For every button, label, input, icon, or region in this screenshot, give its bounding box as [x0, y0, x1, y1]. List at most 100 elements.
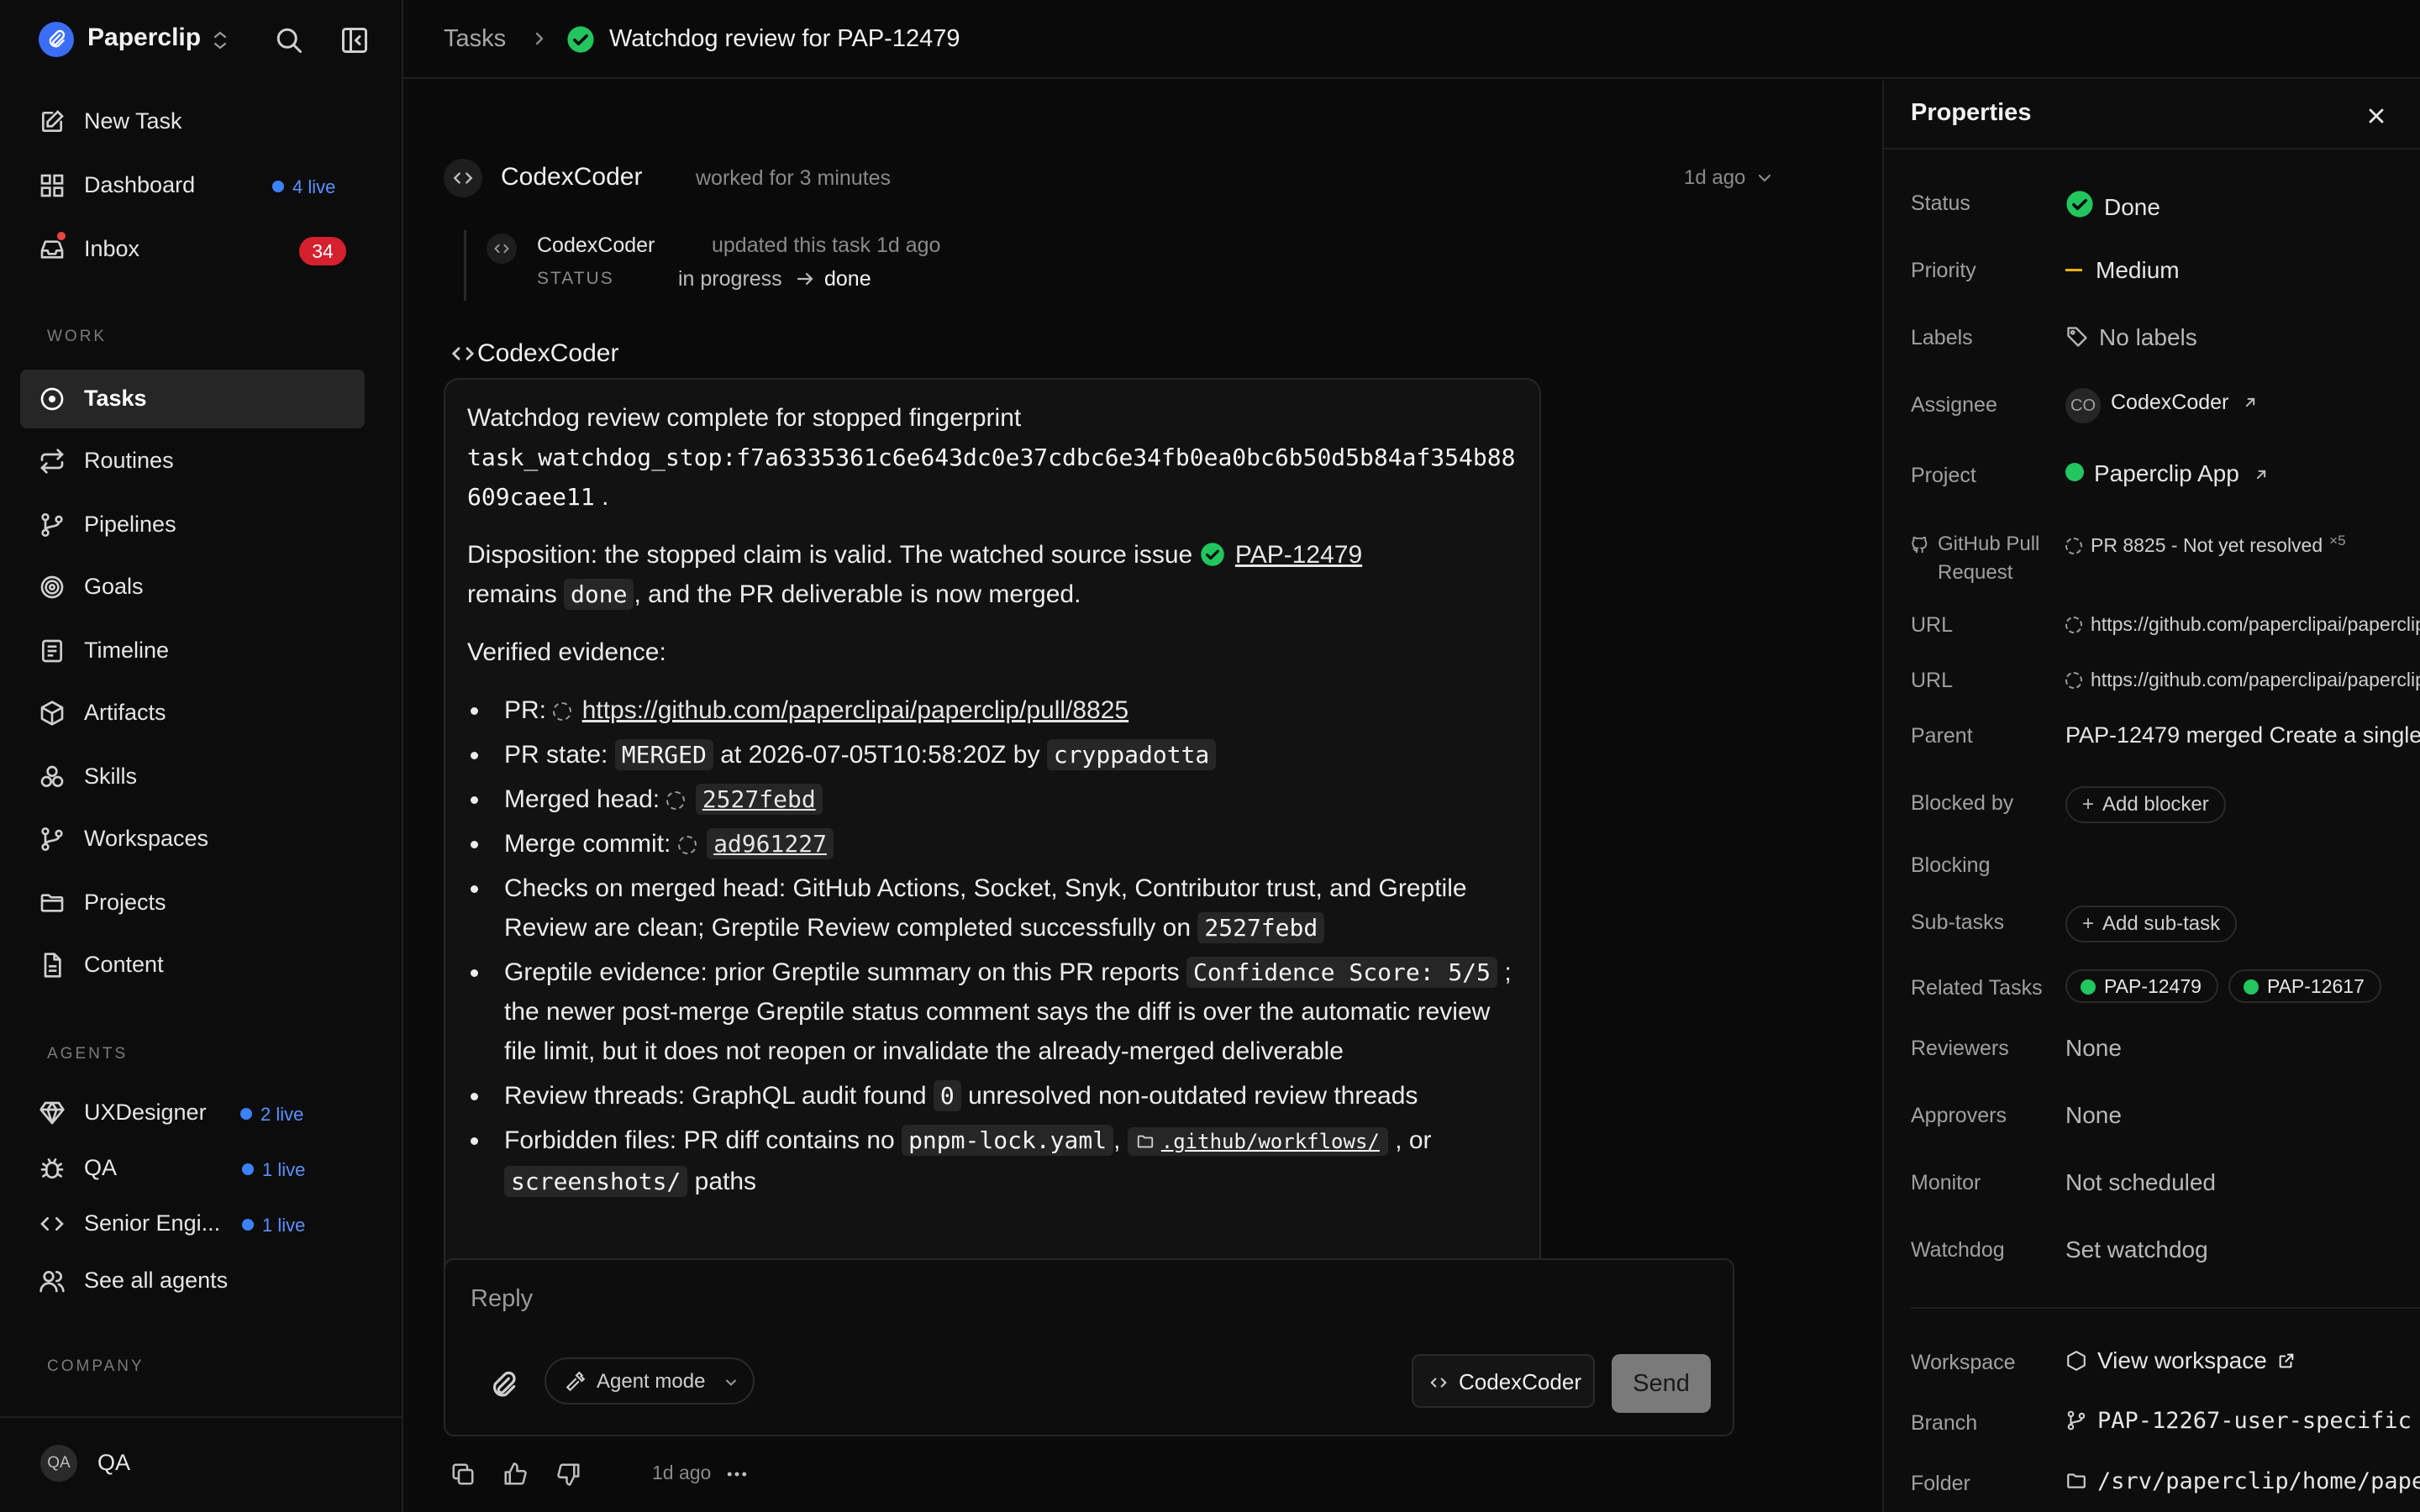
nav-agent-senior-engineer[interactable]: Senior Engi... 1 live	[20, 1194, 365, 1253]
nav-timeline[interactable]: Timeline	[20, 622, 365, 680]
nav-workspaces[interactable]: Workspaces	[20, 810, 365, 869]
commit-link[interactable]: 2527febd	[695, 784, 823, 815]
avatar: CO	[2065, 388, 2101, 423]
inbox-count-badge: 34	[299, 237, 346, 265]
nav-label: New Task	[84, 108, 182, 134]
more-icon[interactable]	[724, 1462, 750, 1487]
branch-icon	[41, 513, 63, 537]
list-item: Greptile evidence: prior Greptile summar…	[467, 953, 1519, 1071]
users-icon	[39, 1271, 65, 1293]
nav-pipelines[interactable]: Pipelines	[20, 496, 365, 554]
nav-agent-uxdesigner[interactable]: UXDesigner 2 live	[20, 1084, 365, 1142]
nav-content[interactable]: Content	[20, 936, 365, 995]
task-thread: CodexCoder worked for 3 minutes 1d ago C…	[403, 81, 1882, 1512]
folder-link[interactable]: .github/workflows/	[1127, 1127, 1388, 1156]
nav-label: See all agents	[84, 1268, 229, 1293]
copy-icon[interactable]	[450, 1462, 476, 1487]
box-icon	[40, 701, 64, 726]
hammer-icon	[566, 1371, 586, 1392]
reply-input[interactable]: Reply	[471, 1285, 533, 1313]
nav-label: Timeline	[84, 638, 170, 663]
commit-link[interactable]: ad961227	[707, 828, 834, 859]
nav-projects[interactable]: Projects	[20, 874, 365, 932]
nav-label: Inbox	[84, 236, 140, 261]
send-button[interactable]: Send	[1612, 1354, 1711, 1413]
thumbs-down-icon[interactable]	[556, 1462, 581, 1487]
thumbs-up-icon[interactable]	[502, 1462, 528, 1487]
status-update-event: CodexCoder updated this task 1d ago STAT…	[464, 230, 1136, 301]
live-indicator: 2 live	[240, 1104, 303, 1126]
reply-composer[interactable]: Reply Agent mode CodexCoder Send	[444, 1258, 1734, 1436]
properties-panel: Properties Status Done Priority Medium L…	[1882, 81, 2420, 1512]
nav-new-task[interactable]: New Task	[20, 92, 365, 151]
agent-avatar	[487, 234, 517, 264]
pending-icon	[2065, 617, 2082, 633]
sidebar-toggle-icon[interactable]	[339, 25, 370, 55]
section-label-agents: AGENTS	[47, 1045, 129, 1063]
properties-title: Properties	[1911, 99, 2032, 126]
external-link-icon	[2256, 470, 2265, 480]
nav-label: Goals	[84, 574, 144, 599]
list-item: Merged head: 2527febd	[467, 780, 1519, 819]
chevron-down-icon[interactable]	[1754, 168, 1775, 188]
nav-inbox[interactable]: Inbox 34	[20, 220, 365, 279]
inline-code: 2527febd	[1197, 912, 1325, 943]
nav-skills[interactable]: Skills	[20, 748, 365, 806]
nav-goals[interactable]: Goals	[20, 558, 365, 617]
divider	[1911, 1307, 2420, 1309]
list-item: Checks on merged head: GitHub Actions, S…	[467, 869, 1519, 948]
nav-label: Projects	[84, 890, 166, 915]
branch-icon	[2067, 1410, 2086, 1431]
list-item: Review threads: GraphQL audit found 0 un…	[467, 1076, 1519, 1116]
pr-link[interactable]: https://github.com/paperclipai/paperclip…	[582, 696, 1128, 724]
branch-icon	[41, 827, 63, 851]
chevron-right-icon	[535, 32, 544, 45]
nav-dashboard[interactable]: Dashboard 4 live	[20, 156, 365, 215]
nav-label: Tasks	[84, 386, 147, 411]
related-task-chip[interactable]: PAP-12479	[2065, 969, 2218, 1003]
add-subtask-button[interactable]: + Add sub-task	[2065, 906, 2238, 942]
issue-link[interactable]: PAP-12479	[1235, 541, 1362, 569]
list-icon	[42, 639, 62, 663]
related-task-chip[interactable]: PAP-12617	[2228, 969, 2381, 1003]
pending-icon	[677, 836, 697, 854]
gem-icon	[39, 1101, 65, 1125]
agent-selector[interactable]: CodexCoder	[1412, 1354, 1595, 1408]
nav-tasks[interactable]: Tasks	[20, 370, 365, 428]
breadcrumb-tasks[interactable]: Tasks	[444, 25, 506, 53]
activity-header[interactable]: CodexCoder worked for 3 minutes 1d ago	[444, 155, 1805, 202]
message-author: CodexCoder	[477, 339, 619, 367]
nav-label: Senior Engi...	[84, 1210, 221, 1236]
user-menu[interactable]: QA QA	[0, 1416, 402, 1512]
repeat-icon	[40, 449, 64, 474]
pending-icon	[2065, 672, 2082, 689]
close-icon[interactable]	[2365, 104, 2388, 128]
paperclip-logo-icon	[39, 22, 74, 57]
nav-artifacts[interactable]: Artifacts	[20, 684, 365, 743]
priority-medium-icon	[2065, 269, 2082, 271]
nav-see-all-agents[interactable]: See all agents	[20, 1252, 365, 1310]
pending-icon	[553, 702, 572, 721]
list-item: PR state: MERGED at 2026-07-05T10:58:20Z…	[467, 735, 1519, 774]
done-status-icon	[2066, 191, 2093, 218]
page-title: Watchdog review for PAP-12479	[609, 25, 960, 52]
inline-code: pnpm-lock.yaml	[902, 1125, 1114, 1156]
nav-agent-qa[interactable]: QA 1 live	[20, 1139, 365, 1198]
unread-dot	[55, 230, 67, 242]
live-indicator: 1 live	[242, 1159, 305, 1181]
done-status-icon	[1200, 543, 1224, 566]
search-icon[interactable]	[274, 25, 304, 55]
paperclip-icon[interactable]	[487, 1369, 519, 1401]
user-name: QA	[97, 1450, 131, 1475]
done-status-icon	[567, 26, 594, 53]
chevrons-updown-icon[interactable]	[210, 27, 230, 54]
add-blocker-button[interactable]: + Add blocker	[2065, 786, 2226, 823]
evidence-list: PR: https://github.com/paperclipai/paper…	[467, 690, 1519, 1201]
goal-icon	[40, 575, 64, 599]
fingerprint-code: task_watchdog_stop:f7a6335361c6e643dc0e3…	[467, 444, 1516, 511]
nav-routines[interactable]: Routines	[20, 432, 365, 491]
bug-icon	[40, 1158, 64, 1179]
nav-label: Pipelines	[84, 512, 176, 537]
section-label-company: COMPANY	[47, 1357, 145, 1375]
agent-mode-dropdown[interactable]: Agent mode	[544, 1357, 755, 1404]
